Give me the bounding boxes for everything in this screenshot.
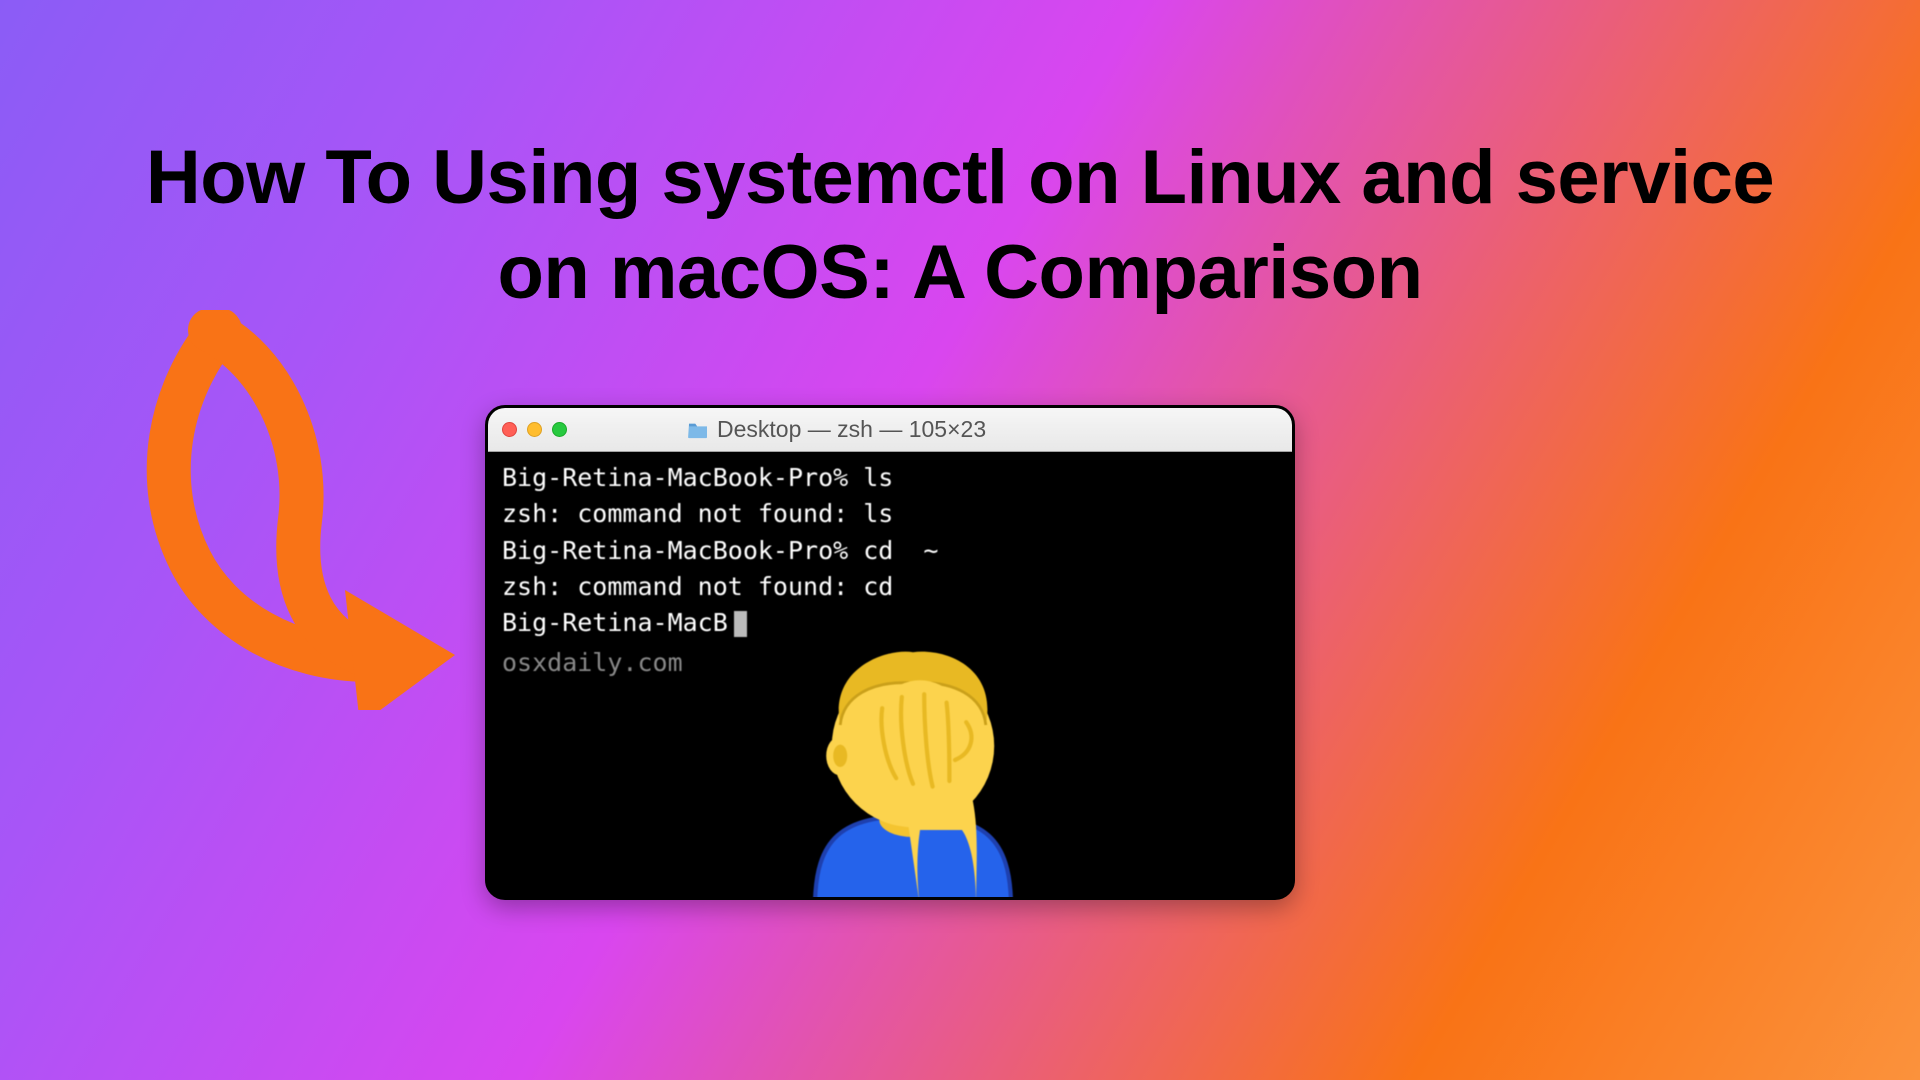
folder-icon: [687, 421, 709, 439]
maximize-icon[interactable]: [552, 422, 567, 437]
terminal-line: zsh: command not found: cd: [502, 569, 1278, 605]
page-title: How To Using systemctl on Linux and serv…: [120, 130, 1800, 320]
curved-arrow-icon: [110, 310, 470, 710]
terminal-line: zsh: command not found: ls: [502, 496, 1278, 532]
traffic-lights: [502, 422, 567, 437]
terminal-cursor: [734, 611, 747, 637]
minimize-icon[interactable]: [527, 422, 542, 437]
terminal-window: Desktop — zsh — 105×23 Big-Retina-MacBoo…: [485, 405, 1295, 900]
terminal-body[interactable]: Big-Retina-MacBook-Pro% ls zsh: command …: [488, 452, 1292, 897]
terminal-line: Big-Retina-MacBook-Pro% cd ~: [502, 533, 1278, 569]
facepalm-emoji-icon: [773, 627, 1053, 900]
terminal-title-text: Desktop — zsh — 105×23: [717, 416, 986, 443]
close-icon[interactable]: [502, 422, 517, 437]
terminal-line: Big-Retina-MacBook-Pro% ls: [502, 460, 1278, 496]
terminal-titlebar: Desktop — zsh — 105×23: [488, 408, 1292, 452]
